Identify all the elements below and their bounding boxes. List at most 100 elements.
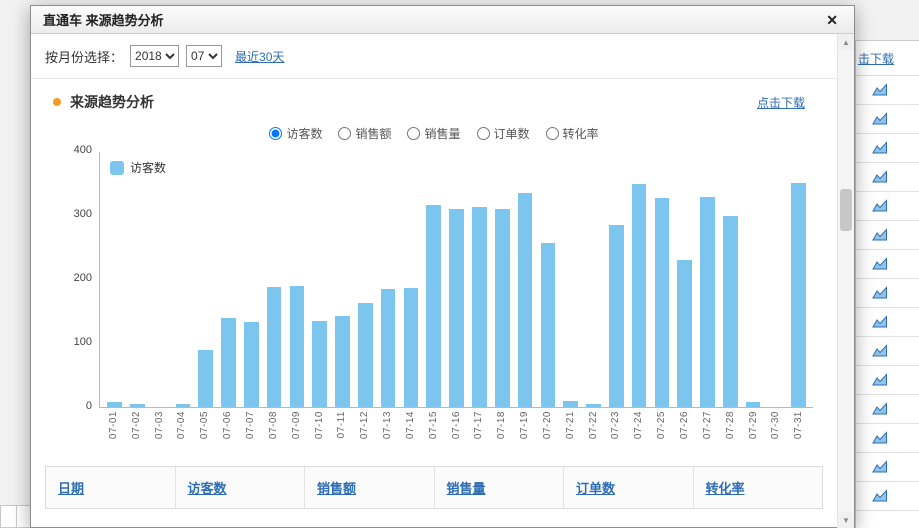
background-table-row[interactable] (856, 395, 919, 424)
chart-icon (872, 112, 888, 126)
y-axis-label: 200 (52, 273, 92, 284)
x-axis-label: 07-04 (176, 411, 187, 439)
col-header-visitors[interactable]: 访客数 (176, 467, 306, 508)
metric-radio-1[interactable] (338, 127, 351, 140)
metric-radio-label: 销售额 (355, 125, 391, 142)
bar-slot (445, 152, 468, 407)
bar-slot (628, 152, 651, 407)
background-table-row[interactable] (856, 308, 919, 337)
metric-option-0[interactable]: 访客数 (269, 125, 322, 142)
background-table-row[interactable] (856, 453, 919, 482)
metric-radio-3[interactable] (477, 127, 490, 140)
x-axis-tick: 07-07 (239, 411, 262, 456)
col-header-sales-amount[interactable]: 销售额 (305, 467, 435, 508)
year-select[interactable]: 2018 (130, 45, 179, 67)
modal-scrollbar[interactable]: ▲ ▼ (837, 34, 854, 528)
bar-07-05 (198, 350, 213, 407)
scroll-down-icon[interactable]: ▼ (838, 512, 854, 528)
download-link[interactable]: 点击下载 (757, 94, 805, 111)
chart-icon (872, 228, 888, 242)
chart-icon (872, 373, 888, 387)
y-axis-label: 300 (52, 209, 92, 220)
col-header-date[interactable]: 日期 (46, 467, 176, 508)
bar-07-15 (426, 205, 441, 407)
background-table-row[interactable] (856, 105, 919, 134)
bar-07-26 (677, 260, 692, 407)
x-axis-label: 07-19 (519, 411, 530, 439)
background-table-row[interactable] (856, 366, 919, 395)
bar-07-10 (312, 321, 327, 407)
background-table-row[interactable] (856, 279, 919, 308)
recent-30-days-link[interactable]: 最近30天 (235, 48, 284, 65)
bar-07-28 (723, 216, 738, 407)
metric-option-3[interactable]: 订单数 (477, 125, 530, 142)
x-axis: 07-0107-0207-0307-0407-0507-0607-0707-08… (99, 408, 813, 456)
col-header-sales-volume[interactable]: 销售量 (435, 467, 565, 508)
bar-07-21 (563, 401, 578, 407)
metric-radio-label: 访客数 (286, 125, 322, 142)
x-axis-tick: 07-01 (102, 411, 125, 456)
scroll-up-icon[interactable]: ▲ (838, 34, 854, 50)
x-axis-tick: 07-09 (285, 411, 308, 456)
month-filter-row: 按月份选择： 2018 07 最近30天 (31, 34, 837, 79)
chart-icon (872, 315, 888, 329)
chart-icon (872, 199, 888, 213)
bar-slot (696, 152, 719, 407)
bar-slot (400, 152, 423, 407)
bar-slot (787, 152, 810, 407)
bar-slot (286, 152, 309, 407)
x-axis-label: 07-06 (222, 411, 233, 439)
metric-option-1[interactable]: 销售额 (338, 125, 391, 142)
bar-slot (308, 152, 331, 407)
background-table-row[interactable] (856, 192, 919, 221)
background-table-row[interactable] (856, 337, 919, 366)
x-axis-label: 07-20 (542, 411, 553, 439)
chart-icon (872, 402, 888, 416)
month-select[interactable]: 07 (186, 45, 222, 67)
modal-titlebar: 直通车 来源趋势分析 ✕ (31, 6, 854, 34)
bar-slot (331, 152, 354, 407)
metric-option-4[interactable]: 转化率 (546, 125, 599, 142)
background-table-row[interactable] (856, 221, 919, 250)
chart-icon (872, 170, 888, 184)
close-icon[interactable]: ✕ (822, 11, 842, 29)
x-axis-label: 07-10 (314, 411, 325, 439)
bar-slot (651, 152, 674, 407)
col-header-conversion[interactable]: 转化率 (694, 467, 823, 508)
bar-slot (263, 152, 286, 407)
background-table-row[interactable] (856, 482, 919, 511)
background-table-row[interactable] (856, 163, 919, 192)
background-table-column: 击下载 (855, 40, 919, 528)
x-axis-label: 07-22 (588, 411, 599, 439)
metric-radio-label: 订单数 (494, 125, 530, 142)
metric-radio-2[interactable] (407, 127, 420, 140)
x-axis-tick: 07-16 (445, 411, 468, 456)
x-axis-label: 07-05 (199, 411, 210, 439)
bar-slot (673, 152, 696, 407)
bar-07-08 (267, 287, 282, 407)
background-table-row[interactable] (856, 424, 919, 453)
x-axis-tick: 07-15 (422, 411, 445, 456)
bar-slot (422, 152, 445, 407)
background-table-row[interactable] (856, 134, 919, 163)
x-axis-tick: 07-08 (262, 411, 285, 456)
metric-radio-0[interactable] (269, 127, 282, 140)
background-table-row[interactable] (856, 250, 919, 279)
background-table-row[interactable] (856, 76, 919, 105)
bar-07-12 (358, 303, 373, 407)
x-axis-tick: 07-29 (742, 411, 765, 456)
chart-icon (872, 460, 888, 474)
x-axis-label: 07-21 (565, 411, 576, 439)
y-axis-label: 0 (52, 401, 92, 412)
bar-07-27 (700, 197, 715, 407)
x-axis-tick: 07-04 (171, 411, 194, 456)
col-header-orders[interactable]: 订单数 (564, 467, 694, 508)
metric-radio-4[interactable] (546, 127, 559, 140)
background-download-link[interactable]: 击下载 (856, 41, 919, 76)
bar-slot (354, 152, 377, 407)
trend-chart: 访客数 0100200300400 07-0107-0207-0307-0407… (99, 152, 813, 456)
x-axis-tick: 07-24 (627, 411, 650, 456)
scrollbar-thumb[interactable] (840, 189, 852, 231)
bar-07-13 (381, 289, 396, 407)
metric-option-2[interactable]: 销售量 (407, 125, 460, 142)
